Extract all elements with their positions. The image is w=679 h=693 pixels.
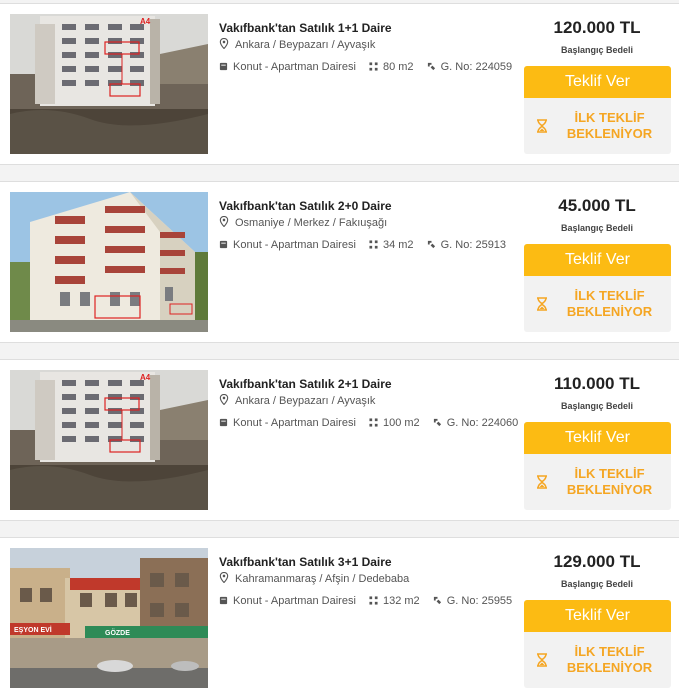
location-pin-icon [219, 216, 229, 227]
gno-value: 224059 [475, 61, 513, 73]
property-area: 132 m2 [382, 595, 420, 607]
banner-text: GÖZDE [105, 628, 130, 637]
location-pin-icon [219, 394, 229, 405]
make-offer-button[interactable]: Teklif Ver [524, 66, 671, 98]
gno-label: G. No: [440, 61, 473, 73]
photo-tag: A4 [140, 17, 151, 26]
listing-location: Kahramanmaraş / Afşin / Dedebaba [219, 572, 409, 585]
area-icon [369, 596, 378, 605]
awaiting-first-offer-status: İLK TEKLİF BEKLENİYOR [524, 454, 671, 510]
property-area: 100 m2 [382, 417, 420, 429]
listing-location: Ankara / Beypazarı / Ayvaşık [219, 394, 375, 407]
location-text: Ankara / Beypazarı / Ayvaşık [235, 39, 376, 51]
gno-label: G. No: [440, 239, 473, 251]
price-label: Başlangıç Bedeli [560, 579, 634, 589]
location-pin-icon [219, 572, 229, 583]
price: 120.000 TL [553, 18, 641, 37]
gno-value: 224060 [481, 417, 519, 429]
listing-title[interactable]: Vakıfbank'tan Satılık 2+1 Daire [219, 377, 514, 391]
listing-meta: Konut - Apartman Dairesi 132 m2 G. No: 2… [219, 593, 519, 609]
location-text: Kahramanmaraş / Afşin / Dedebaba [235, 573, 410, 585]
price: 45.000 TL [558, 196, 636, 215]
gno-label: G. No: [446, 417, 479, 429]
waiting-line-2: BEKLENİYOR [566, 304, 653, 319]
building-icon [219, 240, 228, 249]
area-icon [369, 240, 378, 249]
photo-tag: A4 [140, 373, 151, 382]
awaiting-first-offer-status: İLK TEKLİF BEKLENİYOR [524, 98, 671, 154]
parcel-icon [427, 240, 435, 249]
listing-location: Osmaniye / Merkez / Fakıuşağı [219, 216, 387, 229]
price-label: Başlangıç Bedeli [560, 223, 634, 233]
building-icon [219, 62, 228, 71]
property-type: Konut - Apartman Dairesi [233, 239, 356, 251]
waiting-line-1: İLK TEKLİF [574, 466, 645, 481]
listing-location: Ankara / Beypazarı / Ayvaşık [219, 38, 375, 51]
gno-value: 25913 [475, 239, 507, 251]
waiting-line-2: BEKLENİYOR [566, 126, 653, 141]
waiting-line-1: İLK TEKLİF [574, 110, 645, 125]
make-offer-button[interactable]: Teklif Ver [524, 422, 671, 454]
property-area: 80 m2 [382, 61, 414, 73]
price: 110.000 TL [553, 374, 640, 393]
waiting-line-2: BEKLENİYOR [566, 660, 653, 675]
shop-sign-text: EŞYON EVİ [14, 626, 52, 634]
make-offer-button[interactable]: Teklif Ver [524, 600, 671, 632]
area-icon [369, 418, 378, 427]
gno-label: G. No: [446, 595, 479, 607]
listing-meta: Konut - Apartman Dairesi 80 m2 G. No: 22… [219, 59, 519, 75]
listing-meta: Konut - Apartman Dairesi 34 m2 G. No: 25… [219, 237, 519, 253]
hourglass-icon [537, 653, 547, 667]
listing-card[interactable]: A4 Vakıfbank'tan Satılık 1+1 Daire Ankar… [0, 3, 679, 165]
waiting-line-1: İLK TEKLİF [574, 644, 645, 659]
waiting-line-2: BEKLENİYOR [566, 482, 653, 497]
parcel-icon [433, 418, 441, 427]
parcel-icon [427, 62, 435, 71]
listing-title[interactable]: Vakıfbank'tan Satılık 2+0 Daire [219, 199, 514, 213]
property-type: Konut - Apartman Dairesi [233, 61, 356, 73]
location-pin-icon [219, 38, 229, 49]
hourglass-icon [537, 297, 547, 311]
listing-meta: Konut - Apartman Dairesi 100 m2 G. No: 2… [219, 415, 519, 431]
listing-photo[interactable]: A4 [10, 370, 208, 510]
price-label: Başlangıç Bedeli [560, 401, 634, 411]
area-icon [369, 62, 378, 71]
building-icon [219, 596, 228, 605]
property-type: Konut - Apartman Dairesi [233, 417, 356, 429]
listing-card[interactable]: Vakıfbank'tan Satılık 2+0 Daire Osmaniye… [0, 181, 679, 343]
listing-photo[interactable]: A4 [10, 14, 208, 154]
price: 129.000 TL [553, 552, 641, 571]
property-area: 34 m2 [382, 239, 414, 251]
hourglass-icon [537, 475, 547, 489]
parcel-icon [433, 596, 441, 605]
price-label: Başlangıç Bedeli [560, 45, 634, 55]
property-type: Konut - Apartman Dairesi [233, 595, 356, 607]
hourglass-icon [537, 119, 547, 133]
awaiting-first-offer-status: İLK TEKLİF BEKLENİYOR [524, 276, 671, 332]
waiting-line-1: İLK TEKLİF [574, 288, 645, 303]
awaiting-first-offer-status: İLK TEKLİF BEKLENİYOR [524, 632, 671, 688]
building-icon [219, 418, 228, 427]
listing-card[interactable]: EŞYON EVİ GÖZDE Vakıfbank'tan Satılık 3+… [0, 537, 679, 693]
listing-title[interactable]: Vakıfbank'tan Satılık 3+1 Daire [219, 555, 514, 569]
make-offer-button[interactable]: Teklif Ver [524, 244, 671, 276]
listing-photo[interactable] [10, 192, 208, 332]
location-text: Osmaniye / Merkez / Fakıuşağı [235, 217, 388, 229]
listing-card[interactable]: A4 Vakıfbank'tan Satılık 2+1 Daire Ankar… [0, 359, 679, 521]
listing-photo[interactable]: EŞYON EVİ GÖZDE [10, 548, 208, 688]
listing-title[interactable]: Vakıfbank'tan Satılık 1+1 Daire [219, 21, 514, 35]
gno-value: 25955 [481, 595, 513, 607]
location-text: Ankara / Beypazarı / Ayvaşık [235, 395, 376, 407]
